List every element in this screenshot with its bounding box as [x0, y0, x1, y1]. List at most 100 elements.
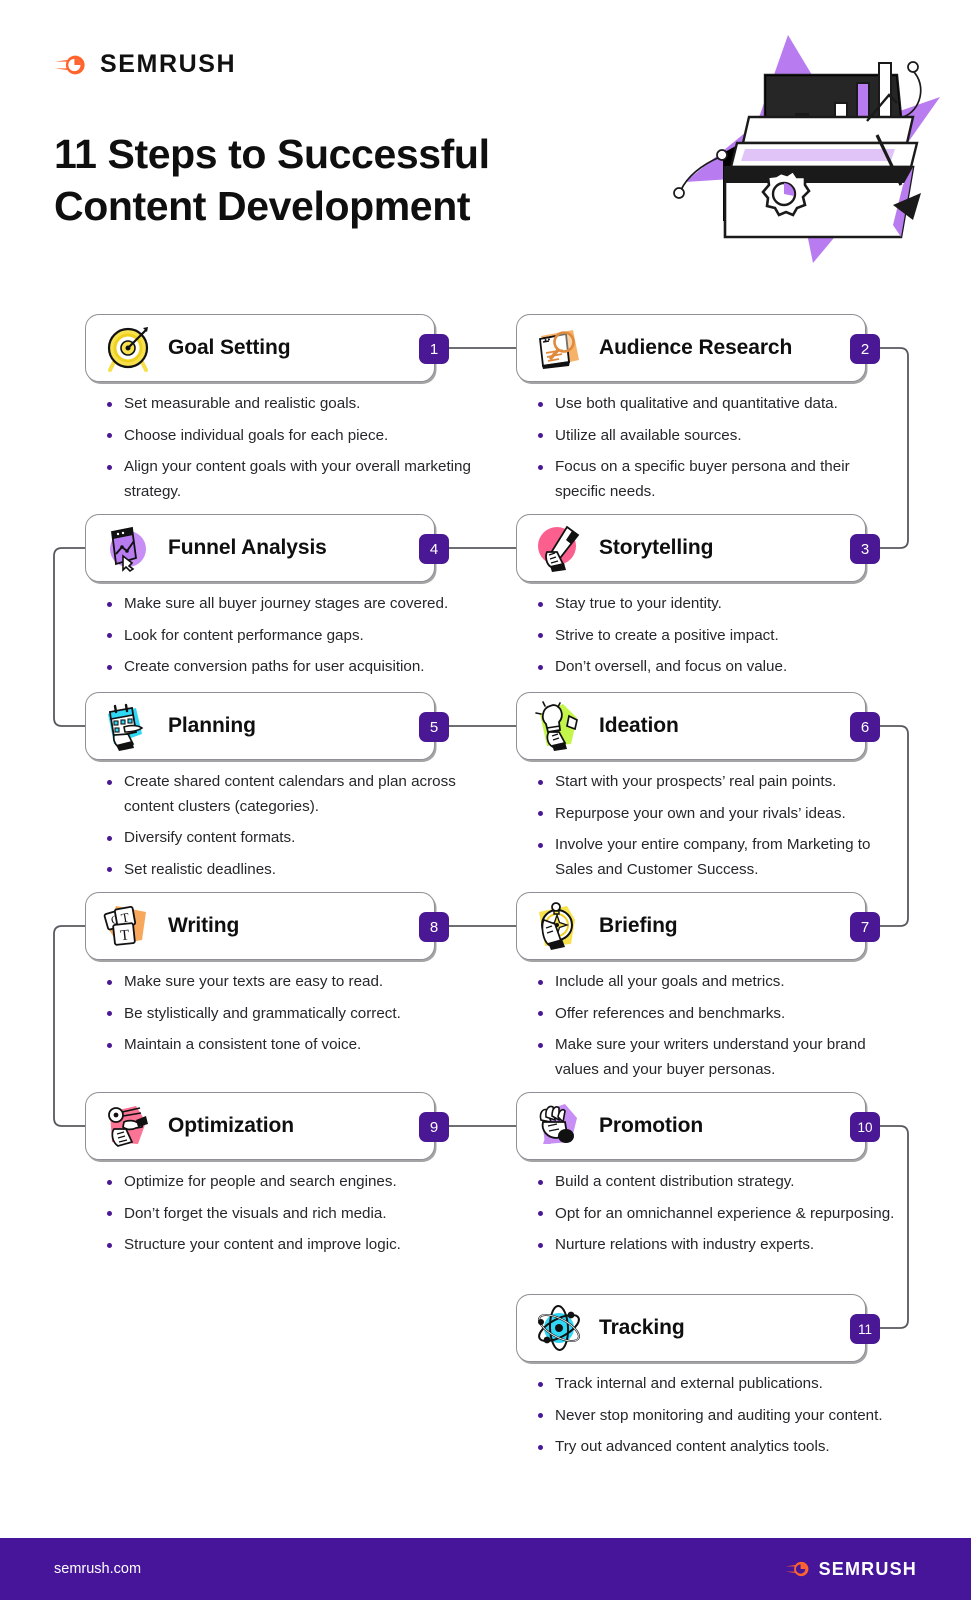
semrush-wordmark: SEMRUSH — [100, 50, 237, 78]
yellow-dartboard-target-icon — [107, 327, 149, 372]
step-title: Audience Research — [599, 336, 793, 359]
step-number-badge: 11 — [850, 1314, 880, 1344]
list-item: Use both qualitative and quantitative da… — [537, 392, 897, 417]
step-title: Goal Setting — [168, 336, 291, 359]
open-toolbox-with-bar-chart-and-gear-illustration — [673, 35, 940, 263]
step-number-badge: 4 — [419, 534, 449, 564]
list-item: Structure your content and improve logic… — [106, 1233, 506, 1258]
step-number-badge: 1 — [419, 334, 449, 364]
svg-text:T: T — [119, 927, 130, 944]
step-bullets-optimization: Optimize for people and search engines. … — [106, 1170, 506, 1265]
step-number-badge: 7 — [850, 912, 880, 942]
list-item: Create shared content calendars and plan… — [106, 770, 506, 819]
step-bullets-promotion: Build a content distribution strategy. O… — [537, 1170, 897, 1265]
list-item: Involve your entire company, from Market… — [537, 833, 897, 882]
step-card-funnel-analysis[interactable]: Funnel Analysis 4 — [85, 514, 449, 582]
list-item: Make sure your writers understand your b… — [537, 1033, 897, 1082]
pink-hands-wrench-icon — [108, 1106, 148, 1147]
list-item: Focus on a specific buyer persona and th… — [537, 455, 897, 504]
list-item: Opt for an omnichannel experience & repu… — [537, 1202, 897, 1227]
step-number-badge: 5 — [419, 712, 449, 742]
step-title: Funnel Analysis — [168, 536, 327, 559]
cyan-calendar-hand-icon — [108, 703, 144, 751]
list-item: Strive to create a positive impact. — [537, 624, 897, 649]
list-item: Never stop monitoring and auditing your … — [537, 1404, 897, 1429]
list-item: Offer references and benchmarks. — [537, 1002, 897, 1027]
purple-chart-funnel-icon — [110, 526, 146, 573]
step-card-briefing[interactable]: Briefing 7 — [516, 892, 880, 960]
step-card-promotion[interactable]: Promotion 10 — [516, 1092, 880, 1160]
semrush-wordmark: SEMRUSH — [818, 1558, 917, 1579]
step-bullets-tracking: Track internal and external publications… — [537, 1372, 897, 1467]
step-number-badge: 2 — [850, 334, 880, 364]
list-item: Make sure all buyer journey stages are c… — [106, 592, 506, 617]
list-item: Look for content performance gaps. — [106, 624, 506, 649]
list-item: Include all your goals and metrics. — [537, 970, 897, 995]
step-number-badge: 6 — [850, 712, 880, 742]
step-card-goal-setting[interactable]: Goal Setting 1 — [85, 314, 449, 382]
step-card-planning[interactable]: Planning 5 — [85, 692, 449, 760]
infographic-page: SEMRUSH 11 Steps to Successful Content D… — [0, 0, 971, 1600]
page-title: 11 Steps to Successful Content Developme… — [54, 128, 614, 233]
cyan-atom-icon — [538, 1305, 580, 1351]
pink-hand-holding-pencil-icon — [538, 525, 580, 572]
list-item: Don’t forget the visuals and rich media. — [106, 1202, 506, 1227]
page-title-line2: Content Development — [54, 183, 471, 230]
step-card-writing[interactable]: C T T Writing 8 — [85, 892, 449, 960]
list-item: Optimize for people and search engines. — [106, 1170, 506, 1195]
step-card-storytelling[interactable]: Storytelling 3 — [516, 514, 880, 582]
step-bullets-storytelling: Stay true to your identity. Strive to cr… — [537, 592, 897, 687]
list-item: Repurpose your own and your rivals’ idea… — [537, 802, 897, 827]
step-bullets-ideation: Start with your prospects’ real pain poi… — [537, 770, 897, 890]
orange-letter-blocks-icon: C T T — [103, 905, 146, 946]
step-bullets-planning: Create shared content calendars and plan… — [106, 770, 506, 890]
page-title-line1: 11 Steps to Successful — [54, 131, 490, 177]
step-number-badge: 10 — [850, 1112, 880, 1142]
list-item: Set measurable and realistic goals. — [106, 392, 506, 417]
step-title: Storytelling — [599, 536, 714, 559]
list-item: Be stylistically and grammatically corre… — [106, 1002, 506, 1027]
list-item: Set realistic deadlines. — [106, 858, 506, 883]
step-number-badge: 9 — [419, 1112, 449, 1142]
list-item: Nurture relations with industry experts. — [537, 1233, 897, 1258]
semrush-logo-footer: SEMRUSH — [785, 1559, 917, 1580]
step-bullets-briefing: Include all your goals and metrics. Offe… — [537, 970, 897, 1090]
list-item: Don’t oversell, and focus on value. — [537, 655, 897, 680]
list-item: Align your content goals with your overa… — [106, 455, 506, 504]
step-title: Ideation — [599, 714, 679, 737]
list-item: Create conversion paths for user acquisi… — [106, 655, 506, 680]
step-title: Optimization — [168, 1114, 294, 1137]
list-item: Stay true to your identity. — [537, 592, 897, 617]
list-item: Diversify content formats. — [106, 826, 506, 851]
list-item: Choose individual goals for each piece. — [106, 424, 506, 449]
green-hand-with-lightbulb-icon — [535, 701, 578, 751]
list-item: Build a content distribution strategy. — [537, 1170, 897, 1195]
footer-bar: semrush.com SEMRUSH — [0, 1538, 971, 1600]
step-card-ideation[interactable]: Ideation 6 — [516, 692, 880, 760]
step-card-optimization[interactable]: Optimization 9 — [85, 1092, 449, 1160]
step-bullets-writing: Make sure your texts are easy to read. B… — [106, 970, 506, 1065]
step-title: Planning — [168, 714, 256, 737]
list-item: Track internal and external publications… — [537, 1372, 897, 1397]
semrush-comet-icon — [54, 55, 85, 74]
list-item: Start with your prospects’ real pain poi… — [537, 770, 897, 795]
step-title: Writing — [168, 914, 240, 937]
list-item: Utilize all available sources. — [537, 424, 897, 449]
step-number-badge: 3 — [850, 534, 880, 564]
step-bullets-audience-research: Use both qualitative and quantitative da… — [537, 392, 897, 512]
step-title: Briefing — [599, 914, 678, 937]
step-card-tracking[interactable]: Tracking 11 — [516, 1294, 880, 1362]
list-item: Try out advanced content analytics tools… — [537, 1435, 897, 1460]
step-bullets-funnel-analysis: Make sure all buyer journey stages are c… — [106, 592, 506, 687]
step-number-badge: 8 — [419, 912, 449, 942]
step-title: Tracking — [599, 1316, 685, 1339]
step-title: Promotion — [599, 1114, 704, 1137]
footer-url[interactable]: semrush.com — [54, 1561, 141, 1577]
semrush-comet-icon — [785, 1561, 808, 1577]
step-card-audience-research[interactable]: Audience Research 2 — [516, 314, 880, 382]
list-item: Maintain a consistent tone of voice. — [106, 1033, 506, 1058]
yellow-stopwatch-compass-icon — [539, 902, 575, 950]
purple-hands-megaphone-icon — [539, 1104, 577, 1144]
orange-book-with-magnifier-icon — [539, 330, 579, 369]
semrush-logo-header: SEMRUSH — [54, 50, 236, 79]
